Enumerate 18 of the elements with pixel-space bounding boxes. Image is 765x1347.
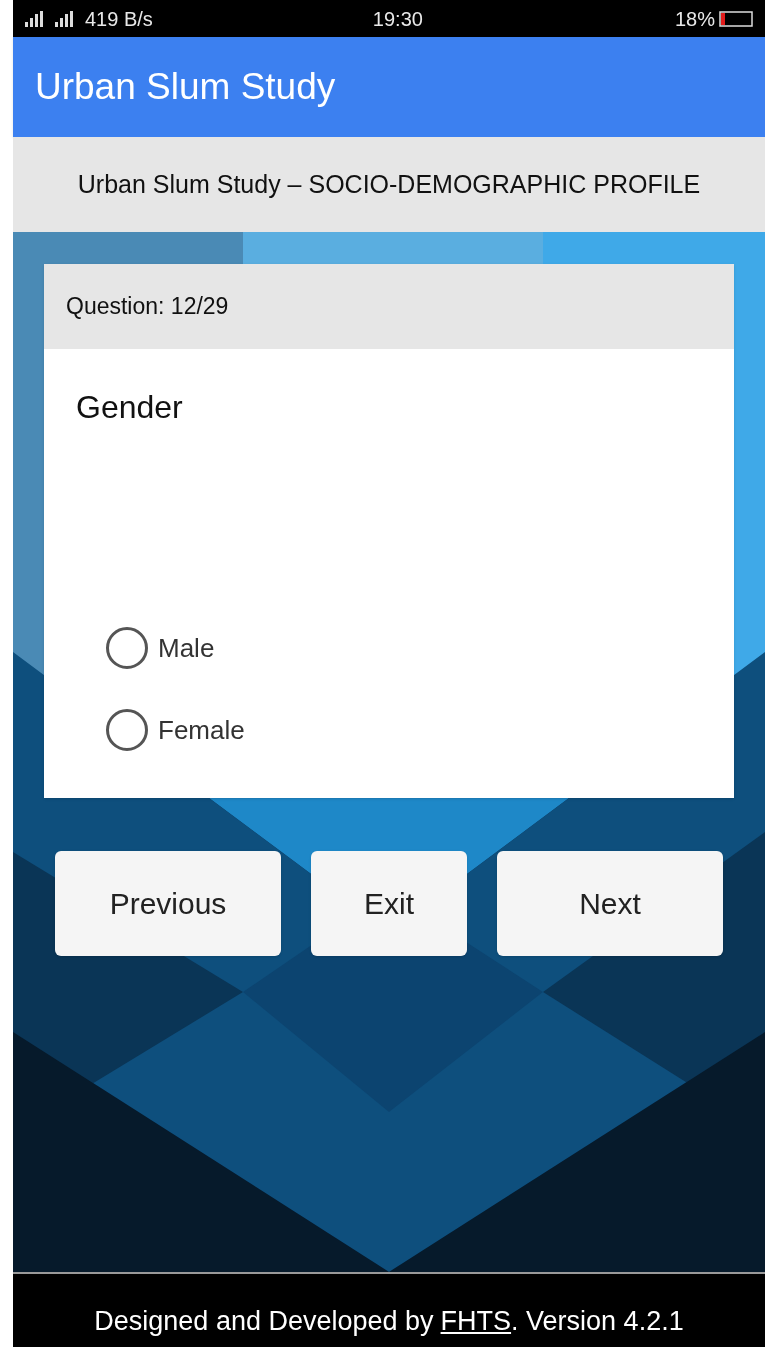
radio-option[interactable]: Male bbox=[106, 627, 734, 669]
nav-button[interactable]: Next bbox=[497, 851, 723, 956]
battery-level: 18% bbox=[674, 6, 715, 32]
footer-text: Designed and Developed by bbox=[94, 1304, 434, 1338]
nav-button[interactable]: Previous bbox=[55, 851, 281, 956]
version-text: . Version 4.2.1 bbox=[511, 1304, 684, 1338]
clock: 19:30 bbox=[372, 6, 423, 32]
radio-button[interactable] bbox=[106, 627, 148, 669]
app-title: Urban Slum Study bbox=[35, 65, 336, 110]
network-speed: 419 B/s bbox=[85, 6, 153, 32]
question-text: Gender bbox=[75, 388, 184, 427]
developer-link[interactable]: FHTS bbox=[440, 1300, 512, 1341]
question-counter: Question: 12/29 bbox=[66, 292, 229, 322]
section-title: Urban Slum Study – SOCIO-DEMOGRAPHIC PROFILE bbox=[77, 168, 701, 200]
battery-icon bbox=[719, 10, 753, 27]
nav-button[interactable]: Exit bbox=[311, 851, 467, 956]
radio-option[interactable]: Female bbox=[106, 709, 734, 751]
radio-button[interactable] bbox=[106, 709, 148, 751]
